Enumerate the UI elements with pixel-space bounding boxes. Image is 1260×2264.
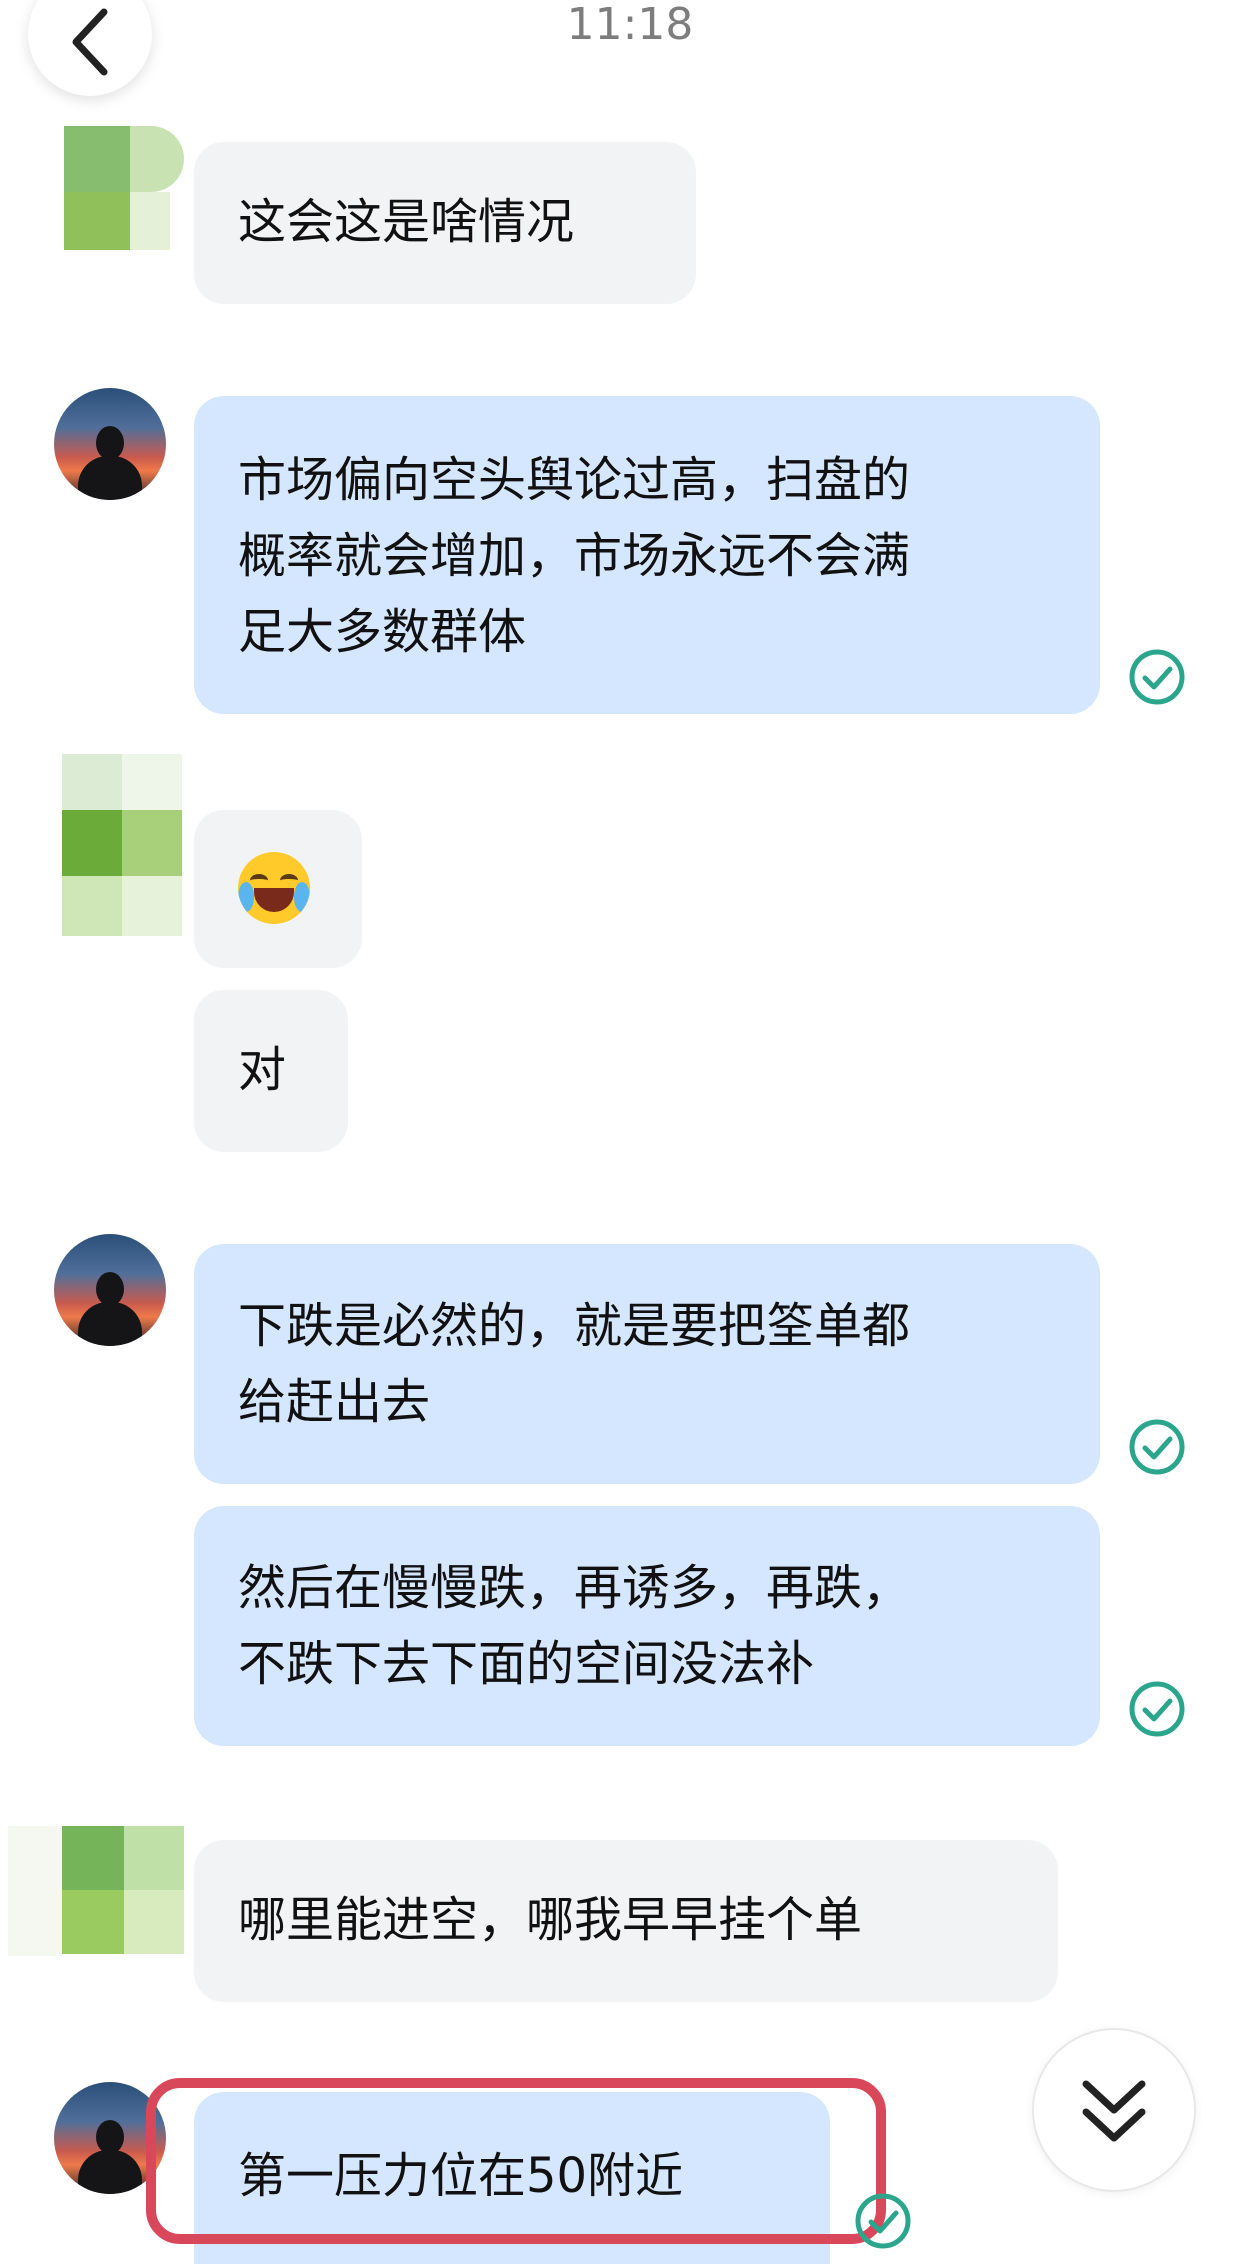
message-text: 足大多数群体 [238, 604, 527, 660]
message-text: 这会这是啥情况 [238, 194, 575, 250]
check-circle-icon [1129, 649, 1185, 705]
avatar[interactable] [24, 118, 184, 268]
scroll-to-bottom-button[interactable] [1032, 2028, 1196, 2192]
avatar[interactable] [46, 754, 192, 940]
message-text: 不跌下去下面的空间没法补 [238, 1636, 815, 1692]
message-bubble[interactable]: 这会这是啥情况 [194, 142, 696, 304]
message-text: 市场偏向空头舆论过高，扫盘的 [238, 452, 911, 508]
check-circle-icon [1129, 1419, 1185, 1475]
message-text: 哪里能进空，哪我早早挂个单 [238, 1892, 863, 1948]
message-text: 概率就会增加，市场永远不会满 [238, 528, 911, 584]
message-bubble[interactable] [194, 810, 362, 968]
message-bubble[interactable]: 下跌是必然的，就是要把筌单都 给赶出去 [194, 1244, 1100, 1484]
highlight-box [146, 2078, 886, 2244]
message-text: 下跌是必然的，就是要把筌单都 [238, 1298, 911, 1354]
message-bubble[interactable]: 市场偏向空头舆论过高，扫盘的 概率就会增加，市场永远不会满 足大多数群体 [194, 396, 1100, 714]
avatar[interactable] [54, 1234, 166, 1346]
message-text: 给赶出去 [238, 1374, 431, 1430]
face-with-tears-of-joy-icon [238, 852, 310, 924]
chevron-left-icon [72, 8, 108, 76]
message-text: 对 [238, 1042, 287, 1098]
avatar[interactable] [54, 388, 166, 500]
back-button[interactable] [28, 0, 152, 96]
avatar[interactable] [8, 1826, 184, 1956]
message-text: 然后在慢慢跌，再诱多，再跌， [238, 1560, 911, 1616]
message-bubble[interactable]: 然后在慢慢跌，再诱多，再跌， 不跌下去下面的空间没法补 [194, 1506, 1100, 1746]
check-circle-icon [1129, 1681, 1185, 1737]
message-bubble[interactable]: 哪里能进空，哪我早早挂个单 [194, 1840, 1058, 2002]
message-bubble[interactable]: 对 [194, 990, 348, 1152]
double-chevron-down-icon [1082, 2080, 1146, 2142]
check-circle-icon [855, 2193, 911, 2249]
status-time: 11:18 [566, 0, 694, 50]
